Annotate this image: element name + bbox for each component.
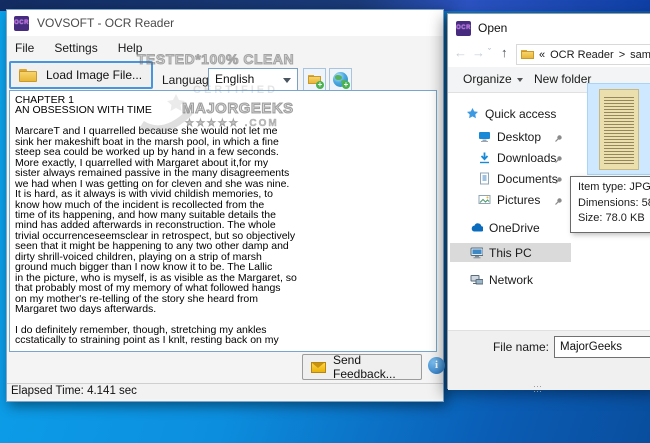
jpg-file-thumbnail bbox=[599, 89, 639, 170]
download-languages-button[interactable]: + bbox=[329, 68, 352, 91]
statusbar: Elapsed Time: 4.141 sec bbox=[7, 383, 443, 399]
address-crumb-ocr-reader[interactable]: OCR Reader bbox=[550, 49, 614, 61]
sidebar-item-label: Quick access bbox=[485, 107, 556, 121]
menu-file[interactable]: File bbox=[13, 40, 36, 56]
pin-icon bbox=[554, 153, 563, 167]
chevron-down-icon bbox=[283, 78, 291, 83]
sidebar-item-quick-access[interactable]: Quick access bbox=[450, 104, 571, 123]
file-tooltip: Item type: JPG File Dimensions: 585 x Si… bbox=[570, 176, 650, 233]
history-chevron-icon[interactable]: ˇ bbox=[488, 47, 491, 57]
tooltip-item-type: Item type: JPG File bbox=[578, 180, 650, 196]
add-language-folder-button[interactable]: + bbox=[303, 68, 326, 91]
folder-icon bbox=[19, 69, 37, 82]
organize-button[interactable]: Organize bbox=[463, 72, 523, 86]
resize-grip[interactable]: ⋯⋯ bbox=[533, 384, 549, 390]
menu-help[interactable]: Help bbox=[116, 40, 145, 56]
open-dialog-titlebar[interactable]: OCR Open bbox=[448, 14, 650, 42]
address-separator: > bbox=[619, 49, 625, 61]
language-value: English bbox=[215, 72, 254, 86]
star-icon bbox=[466, 107, 479, 120]
chevron-down-icon bbox=[517, 78, 523, 82]
app-logo-icon: OCR bbox=[456, 21, 471, 36]
computer-icon bbox=[470, 246, 483, 259]
menubar: File Settings Help bbox=[13, 39, 144, 57]
sidebar-item-label: OneDrive bbox=[489, 221, 540, 235]
desktop-icon bbox=[478, 130, 491, 143]
envelope-icon bbox=[311, 362, 326, 373]
elapsed-time-text: Elapsed Time: 4.141 sec bbox=[11, 385, 137, 397]
folder-icon bbox=[521, 50, 534, 60]
sidebar-item-label: Network bbox=[489, 273, 533, 287]
sidebar-item-documents[interactable]: Documents bbox=[450, 169, 571, 188]
pin-icon bbox=[554, 132, 563, 146]
open-dialog: OCR Open ← → ˇ ↑ « OCR Reader > sam Orga… bbox=[447, 13, 650, 389]
sidebar-item-downloads[interactable]: Downloads bbox=[450, 148, 571, 167]
address-chevrons[interactable]: « bbox=[539, 49, 545, 61]
language-select[interactable]: English bbox=[208, 68, 298, 91]
app-logo-icon: OCR bbox=[14, 16, 29, 31]
load-image-file-button[interactable]: Load Image File... bbox=[9, 61, 153, 89]
sidebar-item-label: Documents bbox=[497, 172, 558, 186]
sidebar-item-label: Downloads bbox=[497, 151, 556, 165]
ocr-reader-titlebar[interactable]: OCR VOVSOFT - OCR Reader bbox=[7, 10, 443, 36]
file-name-input[interactable] bbox=[554, 336, 650, 358]
network-icon bbox=[470, 273, 483, 286]
ocr-reader-window: OCR VOVSOFT - OCR Reader File Settings H… bbox=[6, 9, 444, 402]
open-dialog-footer: File name: bbox=[448, 330, 650, 390]
sidebar-item-onedrive[interactable]: OneDrive bbox=[450, 218, 571, 237]
load-image-file-label: Load Image File... bbox=[46, 68, 142, 82]
sidebar-item-label: Pictures bbox=[497, 193, 540, 207]
sidebar-item-network[interactable]: Network bbox=[450, 270, 571, 289]
picture-icon bbox=[478, 193, 491, 206]
back-icon[interactable]: ← bbox=[454, 45, 467, 60]
file-name-label: File name: bbox=[487, 340, 549, 354]
sidebar-item-label: This PC bbox=[489, 246, 532, 260]
up-icon[interactable]: ↑ bbox=[501, 45, 508, 60]
tooltip-dimensions: Dimensions: 585 x bbox=[578, 196, 650, 212]
new-folder-button[interactable]: New folder bbox=[534, 72, 591, 86]
plus-badge-icon: + bbox=[342, 81, 350, 89]
menu-settings[interactable]: Settings bbox=[52, 40, 99, 56]
document-icon bbox=[478, 172, 491, 185]
thumbnail-text-lines bbox=[604, 97, 634, 164]
desktop: OCR VOVSOFT - OCR Reader File Settings H… bbox=[0, 0, 650, 443]
cloud-icon bbox=[470, 221, 483, 234]
send-feedback-label: Send Feedback... bbox=[333, 353, 421, 381]
address-crumb-current[interactable]: sam bbox=[630, 49, 650, 61]
address-bar[interactable]: « OCR Reader > sam bbox=[516, 44, 650, 65]
tooltip-size: Size: 78.0 KB bbox=[578, 211, 650, 227]
file-tile-selected[interactable] bbox=[587, 83, 650, 175]
window-title: VOVSOFT - OCR Reader bbox=[37, 16, 174, 30]
pin-icon bbox=[554, 195, 563, 209]
open-dialog-title: Open bbox=[478, 21, 507, 35]
organize-label: Organize bbox=[463, 72, 512, 86]
sidebar-item-pictures[interactable]: Pictures bbox=[450, 190, 571, 209]
plus-badge-icon: + bbox=[316, 81, 324, 89]
pin-icon bbox=[554, 174, 563, 188]
download-icon bbox=[478, 151, 491, 164]
forward-icon[interactable]: → bbox=[472, 45, 485, 60]
info-icon[interactable]: i bbox=[428, 357, 445, 374]
ocr-result-textarea[interactable]: CHAPTER 1 AN OBSESSION WITH TIME Marcare… bbox=[9, 90, 437, 352]
sidebar-item-label: Desktop bbox=[497, 130, 541, 144]
sidebar-item-desktop[interactable]: Desktop bbox=[450, 127, 571, 146]
send-feedback-button[interactable]: Send Feedback... bbox=[302, 354, 422, 380]
sidebar-item-this-pc[interactable]: This PC bbox=[450, 243, 571, 262]
